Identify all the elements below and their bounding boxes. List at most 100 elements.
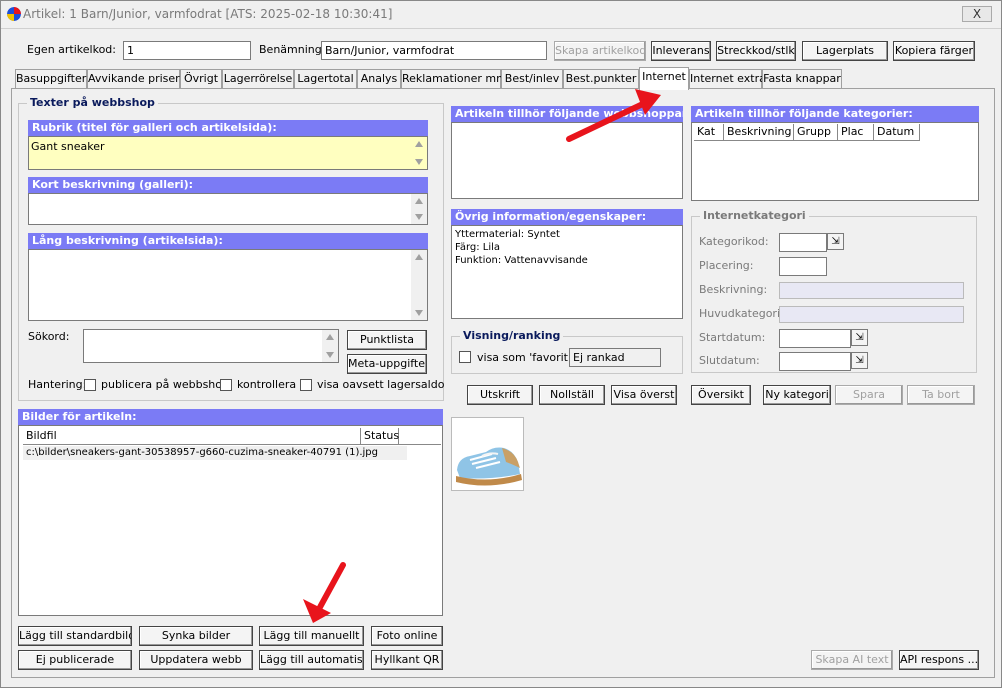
favorit-checkbox[interactable]: [459, 351, 471, 363]
col-grupp[interactable]: Grupp: [794, 124, 838, 141]
foto-online-button[interactable]: Foto online: [371, 626, 443, 646]
skapa-ai-text-button[interactable]: Skapa AI text: [811, 650, 893, 670]
tab-fasta-knappar[interactable]: Fasta knappar: [762, 69, 842, 89]
ovrig-textarea[interactable]: Yttermaterial: Syntet Färg: Lila Funktio…: [451, 225, 683, 319]
kategorikod-label: Kategorikod:: [699, 235, 769, 248]
kategorier-header: Artikeln tillhör följande kategorier:: [691, 106, 979, 122]
tab-basuppgifter[interactable]: Basuppgifter: [15, 69, 87, 89]
sokord-textarea[interactable]: [83, 329, 339, 363]
meta-uppgifter-button[interactable]: Meta-uppgifter: [347, 354, 427, 374]
tab-lagerrorelse[interactable]: Lagerrörelse: [222, 69, 294, 89]
bilder-header: Bilder för artikeln:: [18, 409, 443, 425]
app-logo-icon: [7, 7, 21, 21]
placering-input[interactable]: [779, 257, 827, 276]
inleverans-button[interactable]: Inleverans: [651, 41, 711, 61]
spara-button[interactable]: Spara: [835, 385, 903, 405]
hantering-label: Hantering:: [28, 378, 87, 391]
rubrik-value: Gant sneaker: [31, 140, 105, 153]
hyllkant-qr-button[interactable]: Hyllkant QR: [371, 650, 443, 670]
visa-oavsett-checkbox[interactable]: [300, 379, 312, 391]
huvudkategori-field: [779, 306, 964, 323]
publicera-checkbox[interactable]: [84, 379, 96, 391]
huvudkategori-label: Huvudkategori:: [699, 307, 784, 320]
lagerplats-button[interactable]: Lagerplats: [802, 41, 888, 61]
visa-overst-button[interactable]: Visa överst: [611, 385, 677, 405]
tab-lagertotal[interactable]: Lagertotal: [294, 69, 357, 89]
visa-oavsett-label: visa oavsett lagersaldo: [317, 378, 445, 391]
scrollbar[interactable]: [411, 194, 427, 224]
ovrig-line: Färg: Lila: [455, 242, 501, 253]
publicera-label: publicera på webbshop: [101, 378, 229, 391]
tab-analys[interactable]: Analys: [357, 69, 401, 89]
table-row[interactable]: c:\bilder\sneakers-gant-30538957-g660-cu…: [23, 446, 407, 460]
tab-reklamationer[interactable]: Reklamationer mm: [401, 69, 507, 89]
sokord-label: Sökord:: [28, 330, 70, 343]
ovrig-line: Funktion: Vattenavvisande: [455, 255, 588, 266]
kopiera-farger-button[interactable]: Kopiera färger: [893, 41, 975, 61]
tab-best-inlev[interactable]: Best/inlev: [501, 69, 563, 89]
synka-bilder-button[interactable]: Synka bilder: [139, 626, 253, 646]
col-bildfil[interactable]: Bildfil: [23, 428, 361, 445]
streckkod-button[interactable]: Streckkod/stlk: [716, 41, 796, 61]
tab-ovrigt[interactable]: Övrigt: [180, 69, 222, 89]
col-kat[interactable]: Kat: [694, 124, 724, 141]
col-datum[interactable]: Datum: [874, 124, 920, 141]
lang-header: Lång beskrivning (artikelsida):: [28, 233, 428, 249]
startdatum-picker-icon[interactable]: ⇲: [851, 329, 868, 346]
beskrivning-label: Beskrivning:: [699, 283, 768, 296]
slutdatum-picker-icon[interactable]: ⇲: [851, 352, 868, 369]
utskrift-button[interactable]: Utskrift: [467, 385, 533, 405]
ta-bort-button[interactable]: Ta bort: [907, 385, 975, 405]
lang-textarea[interactable]: [28, 249, 428, 321]
kort-textarea[interactable]: [28, 193, 428, 225]
texter-title: Texter på webbshop: [27, 96, 158, 109]
col-status[interactable]: Status: [361, 428, 399, 445]
ovrig-line: Yttermaterial: Syntet: [455, 229, 560, 240]
rubrik-textarea[interactable]: Gant sneaker: [28, 136, 428, 170]
startdatum-label: Startdatum:: [699, 331, 766, 344]
scrollbar[interactable]: [322, 330, 338, 362]
lagg-till-automatiskt-button[interactable]: Lägg till automatiskt: [259, 650, 364, 670]
skapa-artikelkod-button[interactable]: Skapa artikelkod: [554, 41, 646, 61]
ny-kategori-button[interactable]: Ny kategori: [763, 385, 831, 405]
lagg-till-manuellt-button[interactable]: Lägg till manuellt: [259, 626, 364, 646]
punktlista-button[interactable]: Punktlista: [347, 330, 427, 350]
kategorikod-lookup-icon[interactable]: ⇲: [827, 233, 844, 250]
title-bar: Artikel: 1 Barn/Junior, varmfodrat [ATS:…: [1, 1, 1001, 29]
api-respons-button[interactable]: API respons ...: [899, 650, 979, 670]
lagg-till-standardbild-button[interactable]: Lägg till standardbild: [18, 626, 132, 646]
tab-internet-extra[interactable]: Internet extra: [689, 69, 766, 89]
benamning-label: Benämning:: [259, 43, 326, 56]
favorit-label: visa som 'favorit': [477, 351, 571, 364]
kontrollera-checkbox[interactable]: [220, 379, 232, 391]
sneaker-image: [452, 418, 523, 490]
uppdatera-webb-button[interactable]: Uppdatera webb: [139, 650, 253, 670]
bilder-list[interactable]: Bildfil Status c:\bilder\sneakers-gant-3…: [18, 425, 443, 616]
startdatum-input[interactable]: [779, 329, 851, 348]
kategorier-table[interactable]: Kat Beskrivning Grupp Plac Datum: [691, 122, 979, 201]
egen-artikelkod-label: Egen artikelkod:: [27, 43, 116, 56]
nollstall-button[interactable]: Nollställ: [539, 385, 605, 405]
close-button[interactable]: X: [962, 6, 992, 22]
sneaker-thumbnail[interactable]: [451, 417, 524, 491]
scrollbar[interactable]: [411, 137, 427, 169]
kategorikod-input[interactable]: [779, 233, 827, 252]
col-plac[interactable]: Plac: [838, 124, 874, 141]
slutdatum-input[interactable]: [779, 352, 851, 371]
tab-avvikande-priser[interactable]: Avvikande priser: [87, 69, 180, 89]
scrollbar[interactable]: [411, 250, 427, 320]
oversikt-button[interactable]: Översikt: [691, 385, 751, 405]
egen-artikelkod-input[interactable]: 1: [123, 41, 251, 60]
rank-field[interactable]: Ej rankad: [569, 348, 661, 367]
placering-label: Placering:: [699, 259, 754, 272]
beskrivning-field: [779, 282, 964, 299]
col-beskrivning[interactable]: Beskrivning: [724, 124, 794, 141]
kontrollera-label: kontrollera: [237, 378, 297, 391]
window-title: Artikel: 1 Barn/Junior, varmfodrat [ATS:…: [23, 7, 393, 21]
tab-strip: Basuppgifter Avvikande priser Övrigt Lag…: [15, 67, 845, 90]
ej-publicerade-button[interactable]: Ej publicerade: [18, 650, 132, 670]
tab-internet[interactable]: Internet: [639, 67, 689, 90]
benamning-input[interactable]: Barn/Junior, varmfodrat: [321, 41, 547, 60]
article-window: Artikel: 1 Barn/Junior, varmfodrat [ATS:…: [0, 0, 1002, 688]
ovrig-header: Övrig information/egenskaper:: [451, 209, 683, 225]
